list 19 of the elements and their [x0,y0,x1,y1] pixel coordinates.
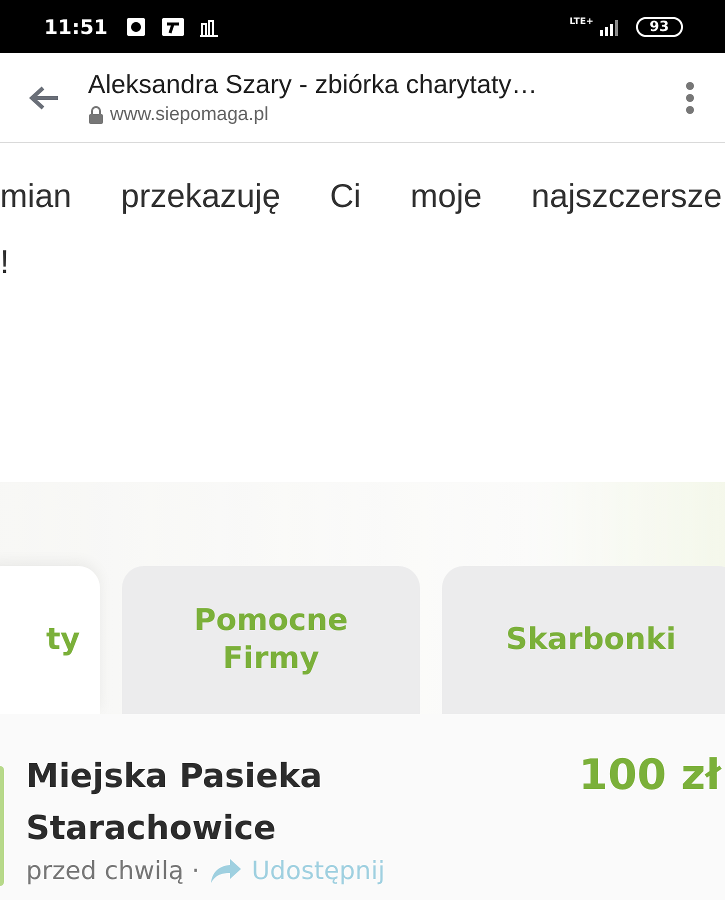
tab[interactable]: ty [0,566,100,714]
share-icon [210,858,242,884]
status-time: 11:51 [44,14,108,38]
notification-icon [162,16,184,38]
network-type: LTE+ [569,18,594,27]
body-text: mian przekazuję Ci moje najszczersze [0,177,723,216]
tab[interactable]: Pomocne Firmy [122,566,420,714]
donation-amount: 100 zł [578,750,721,800]
tab[interactable]: Skarbonki [442,566,725,714]
donor-name: Miejska Pasieka Starachowice [26,755,324,849]
page-title: Aleksandra Szary - zbiórka charytaty… [88,69,538,100]
more-menu-icon[interactable] [685,82,695,114]
lock-icon [88,106,104,124]
back-icon[interactable] [28,84,60,110]
body-text: ! [0,243,10,280]
donation-time: przed chwilą · [26,856,200,885]
battery-indicator: 93 [636,16,683,36]
share-link[interactable]: Udostępnij [210,856,385,885]
page-url: www.siepomaga.pl [110,104,268,126]
